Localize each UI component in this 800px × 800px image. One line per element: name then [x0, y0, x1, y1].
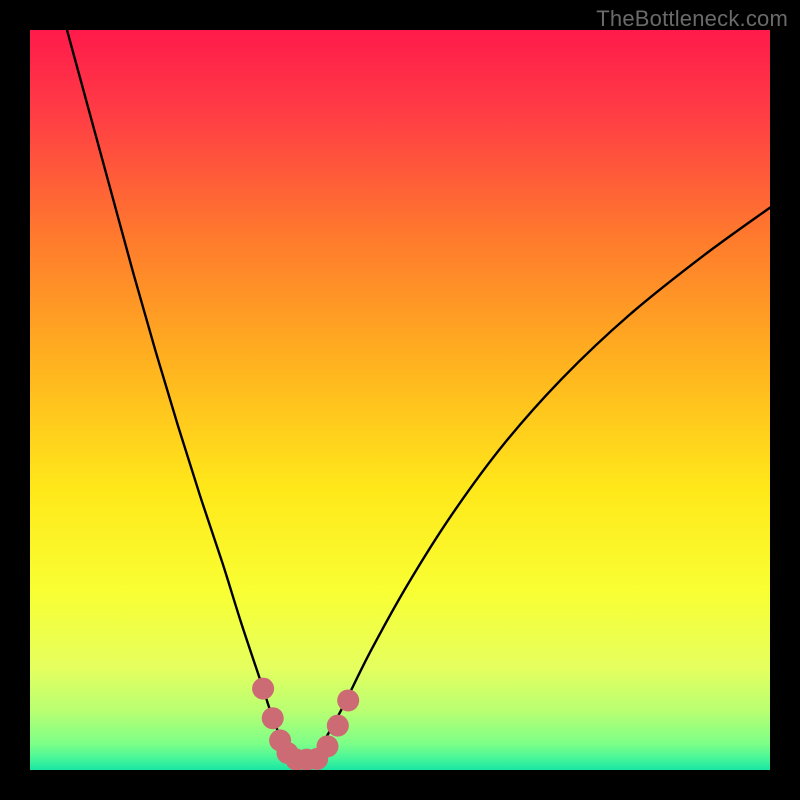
highlight-marker [327, 715, 349, 737]
highlight-marker [316, 735, 338, 757]
bottleneck-curve [67, 30, 770, 766]
watermark-text: TheBottleneck.com [596, 6, 788, 32]
highlight-marker [337, 689, 359, 711]
highlight-marker [252, 678, 274, 700]
highlight-markers [252, 678, 359, 770]
plot-area [30, 30, 770, 770]
chart-frame: TheBottleneck.com [0, 0, 800, 800]
highlight-marker [262, 707, 284, 729]
curve-layer [30, 30, 770, 770]
